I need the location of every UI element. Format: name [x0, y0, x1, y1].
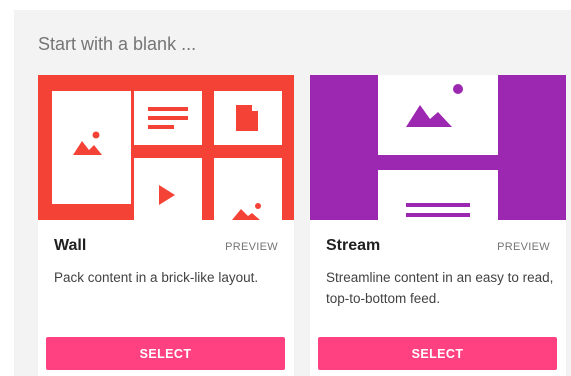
wall-thumbnail [38, 75, 294, 220]
card-description: Streamline content in an easy to read, t… [326, 270, 554, 306]
stream-post-text [378, 170, 498, 220]
template-chooser-panel: Start with a blank ... Wall PREVIEW Pack… [14, 10, 571, 376]
template-card-wall[interactable]: Wall PREVIEW Pack content in a brick-lik… [38, 75, 294, 376]
wall-illustration [38, 75, 294, 220]
card-title: Wall [54, 237, 87, 254]
card-title: Stream [326, 237, 381, 254]
card-description: Pack content in a brick-like layout. [54, 270, 259, 285]
section-heading: Start with a blank ... [38, 34, 197, 54]
wall-tile-video [134, 158, 202, 220]
select-button-stream[interactable]: SELECT [318, 337, 557, 370]
stream-illustration [310, 75, 566, 220]
template-card-stream[interactable]: Stream PREVIEW Streamline content in an … [310, 75, 566, 376]
preview-link[interactable]: PREVIEW [497, 241, 550, 253]
preview-link[interactable]: PREVIEW [225, 241, 278, 253]
document-icon [236, 105, 258, 131]
stream-thumbnail [310, 75, 566, 220]
select-button-wall[interactable]: SELECT [46, 337, 285, 370]
wall-tile-photo [214, 158, 282, 220]
